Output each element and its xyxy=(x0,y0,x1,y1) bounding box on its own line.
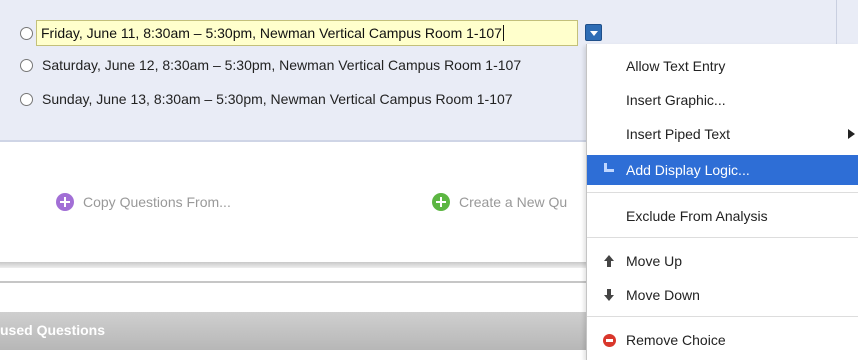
menu-item-label: Move Up xyxy=(626,253,683,269)
display-logic-icon xyxy=(603,163,615,177)
menu-item-move-up[interactable]: Move Up xyxy=(587,246,858,276)
menu-item-move-down[interactable]: Move Down xyxy=(587,280,858,310)
menu-item-label: Insert Piped Text xyxy=(626,126,731,142)
choice-radio-friday[interactable] xyxy=(20,26,33,40)
unused-questions-title: used Questions xyxy=(0,322,106,338)
choice-radio-saturday[interactable] xyxy=(20,58,33,72)
choice-options-dropdown-button[interactable] xyxy=(585,24,602,41)
choice-label-sunday: Sunday, June 13, 8:30am – 5:30pm, Newman… xyxy=(42,91,513,107)
text-caret xyxy=(502,25,504,41)
menu-separator xyxy=(587,316,858,317)
choice-radio-sunday[interactable] xyxy=(20,92,33,106)
choice-context-menu: Allow Text Entry Insert Graphic... Inser… xyxy=(586,44,858,360)
remove-circle-icon xyxy=(603,334,616,347)
menu-item-label: Insert Graphic... xyxy=(626,92,726,108)
create-question-label: Create a New Qu xyxy=(459,194,568,210)
add-circle-icon xyxy=(56,193,74,211)
menu-item-add-display-logic[interactable]: Add Display Logic... xyxy=(587,155,858,185)
choice-edit-text: Friday, June 11, 8:30am – 5:30pm, Newman… xyxy=(41,25,502,41)
add-circle-icon xyxy=(432,193,450,211)
choice-label-saturday: Saturday, June 12, 8:30am – 5:30pm, Newm… xyxy=(42,57,522,73)
menu-item-exclude-from-analysis[interactable]: Exclude From Analysis xyxy=(587,201,858,231)
menu-item-label: Allow Text Entry xyxy=(626,58,726,74)
copy-questions-button[interactable]: Copy Questions From... xyxy=(56,192,231,212)
choice-row-friday xyxy=(20,23,33,43)
menu-separator xyxy=(587,192,858,193)
menu-item-remove-choice[interactable]: Remove Choice xyxy=(587,325,858,355)
arrow-down-icon xyxy=(603,288,615,302)
menu-item-allow-text-entry[interactable]: Allow Text Entry xyxy=(587,51,858,81)
submenu-arrow-icon xyxy=(848,129,855,139)
menu-item-label: Remove Choice xyxy=(626,332,726,348)
choice-edit-field[interactable]: Friday, June 11, 8:30am – 5:30pm, Newman… xyxy=(36,20,578,46)
menu-item-insert-piped-text[interactable]: Insert Piped Text xyxy=(587,119,858,149)
create-question-button[interactable]: Create a New Qu xyxy=(432,192,567,212)
copy-questions-label: Copy Questions From... xyxy=(83,194,231,210)
menu-item-label: Exclude From Analysis xyxy=(626,208,768,224)
arrow-up-icon xyxy=(603,254,615,268)
menu-item-label: Move Down xyxy=(626,287,700,303)
menu-item-insert-graphic[interactable]: Insert Graphic... xyxy=(587,85,858,115)
menu-separator xyxy=(587,237,858,238)
menu-item-label: Add Display Logic... xyxy=(626,162,750,178)
choice-row-sunday[interactable]: Sunday, June 13, 8:30am – 5:30pm, Newman… xyxy=(20,89,513,109)
choice-row-saturday[interactable]: Saturday, June 12, 8:30am – 5:30pm, Newm… xyxy=(20,55,521,75)
